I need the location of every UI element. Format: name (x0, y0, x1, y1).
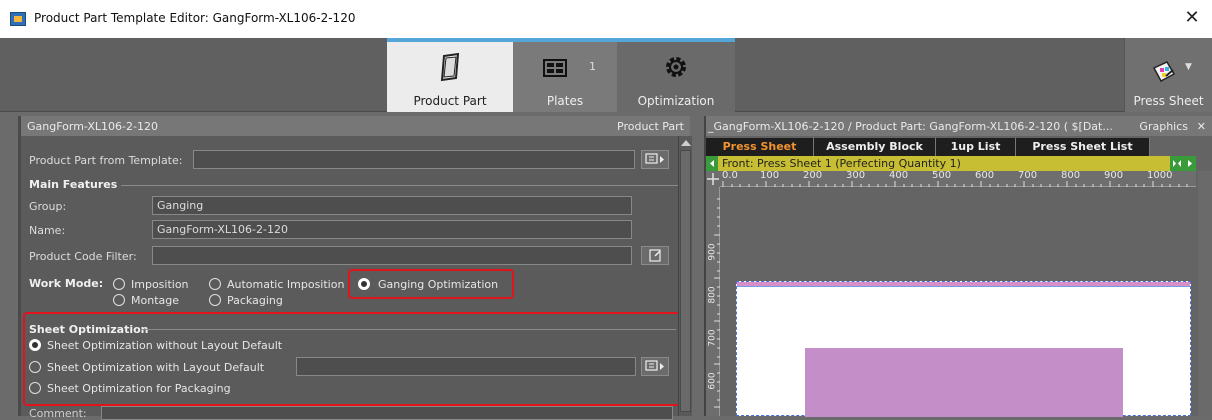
comment-field[interactable] (101, 406, 673, 420)
close-icon[interactable]: ✕ (1180, 6, 1204, 30)
left-panel-scrollbar[interactable] (678, 136, 692, 416)
ruler-v-label: 700 (707, 329, 718, 347)
sheet-opt-without-layout: Sheet Optimization without Layout Defaul… (47, 339, 283, 352)
name-label: Name: (29, 224, 66, 237)
radio-packaging[interactable] (209, 294, 221, 306)
layout-default-field[interactable] (296, 357, 636, 376)
edit-icon (649, 249, 661, 262)
code-filter-edit-button[interactable] (641, 246, 669, 265)
tab-1up-list[interactable]: 1up List (936, 138, 1016, 156)
window-title: Product Part Template Editor: GangForm-X… (34, 11, 356, 25)
step-product-part[interactable]: Product Part (387, 38, 513, 112)
work-mode-label: Work Mode: (29, 277, 104, 290)
plates-icon (542, 59, 567, 77)
ruler-h-label: 800 (1061, 170, 1081, 181)
graphics-scrollbar[interactable] (1198, 171, 1212, 416)
name-field[interactable]: GangForm-XL106-2-120 (152, 220, 632, 239)
step-optimization[interactable]: Optimization (617, 38, 735, 112)
fit-sheet-button[interactable] (1170, 156, 1184, 171)
ruler-h-label: 400 (889, 170, 909, 181)
radio-imposition[interactable] (113, 278, 125, 290)
sheet-gripper-band (737, 282, 1190, 287)
crosshair-icon (707, 173, 719, 185)
sheet-opt-with-layout: Sheet Optimization with Layout Default (47, 361, 265, 374)
radio-montage[interactable] (113, 294, 125, 306)
panel-header-right: Product Part (617, 120, 684, 133)
chevron-down-icon[interactable]: ▼ (1185, 62, 1192, 72)
template-field[interactable] (193, 150, 635, 169)
ruler-h-label: 1000 (1147, 170, 1173, 181)
product-part-panel: GangForm-XL106-2-120 Product Part Produc… (18, 116, 690, 420)
comment-label: Comment: (29, 407, 87, 420)
layout-default-select-button[interactable] (641, 357, 669, 376)
ruler-v-label: 800 (707, 286, 718, 304)
ruler-h-label: 900 (1104, 170, 1124, 181)
ruler-ticks (722, 181, 1188, 187)
ruler-h-label: 500 (932, 170, 952, 181)
vertical-ruler: 900 800 700 600 (706, 187, 720, 416)
sheet-optimization-title: Sheet Optimization (29, 323, 149, 336)
sheet-info-text: Front: Press Sheet 1 (Perfecting Quantit… (722, 157, 961, 170)
graphics-header-title: _GangForm-XL106-2-120 / Product Part: Ga… (708, 120, 1113, 133)
radio-automatic-imposition[interactable] (209, 278, 221, 290)
ruler-h-label: 300 (846, 170, 866, 181)
workflow-toolbar: Product Part 1 Plates Optimization ▼ Pre… (0, 38, 1212, 112)
app-icon (10, 12, 26, 26)
tab-assembly-block[interactable]: Assembly Block (814, 138, 936, 156)
select-icon (645, 360, 664, 371)
ruler-h-label: 600 (975, 170, 995, 181)
graphics-header-right: Graphics (1139, 120, 1188, 133)
ruler-v-label: 600 (707, 372, 718, 390)
press-sheet-icon (1152, 61, 1176, 83)
group-field[interactable]: Ganging (152, 196, 632, 215)
close-icon[interactable]: ✕ (1197, 120, 1206, 133)
select-icon (645, 153, 664, 164)
graphics-panel: _GangForm-XL106-2-120 / Product Part: Ga… (704, 116, 1212, 417)
ruler-origin[interactable] (706, 171, 720, 187)
radio-sheet-opt-packaging[interactable] (29, 382, 41, 394)
scroll-thumb[interactable] (680, 150, 691, 412)
code-filter-label: Product Code Filter: (29, 250, 137, 263)
work-mode-imposition: Imposition (131, 278, 189, 291)
step-label: Plates (546, 94, 584, 108)
work-mode-montage: Montage (131, 294, 179, 307)
main-features-title: Main Features (29, 178, 118, 191)
horizontal-ruler: 0.0 100 200 300 400 500 600 700 800 900 … (720, 170, 1196, 187)
tab-press-sheet[interactable]: Press Sheet (706, 138, 814, 156)
scroll-up-icon[interactable] (681, 140, 691, 146)
ruler-v-label: 900 (707, 243, 718, 261)
product-part-icon (440, 52, 460, 82)
ruler-h-label: 0.0 (722, 170, 738, 181)
product-part-placement[interactable] (805, 348, 1123, 417)
sheet-opt-packaging: Sheet Optimization for Packaging (47, 382, 231, 395)
template-select-button[interactable] (641, 150, 669, 169)
highlight-ganging-optimization (348, 269, 514, 299)
work-mode-packaging: Packaging (227, 294, 283, 307)
press-sheet-canvas[interactable] (736, 281, 1191, 417)
step-plates[interactable]: 1 Plates (513, 38, 617, 112)
panel-title: GangForm-XL106-2-120 (27, 120, 158, 133)
step-label: Optimization (637, 94, 715, 108)
ruler-h-label: 200 (803, 170, 823, 181)
panel-header: GangForm-XL106-2-120 Product Part (21, 116, 690, 136)
graphics-header: _GangForm-XL106-2-120 / Product Part: Ga… (706, 116, 1212, 136)
prev-sheet-button[interactable] (706, 156, 718, 171)
sheet-info-bar: Front: Press Sheet 1 (Perfecting Quantit… (706, 156, 1196, 171)
next-sheet-button[interactable] (1184, 156, 1196, 171)
gear-icon (666, 57, 686, 77)
ruler-h-label: 700 (1018, 170, 1038, 181)
work-mode-automatic-imposition: Automatic Imposition (227, 278, 345, 291)
radio-sheet-opt-without-layout[interactable] (29, 339, 41, 351)
group-label: Group: (29, 200, 67, 213)
press-sheet-label: Press Sheet (1133, 94, 1204, 108)
title-bar: Product Part Template Editor: GangForm-X… (0, 0, 1212, 38)
press-sheet-button[interactable]: ▼ Press Sheet (1124, 38, 1212, 112)
step-label: Product Part (413, 94, 487, 108)
ruler-h-label: 100 (760, 170, 780, 181)
radio-sheet-opt-with-layout[interactable] (29, 361, 41, 373)
tab-press-sheet-list[interactable]: Press Sheet List (1016, 138, 1150, 156)
plates-count: 1 (589, 60, 596, 73)
code-filter-field[interactable] (152, 246, 632, 265)
template-label: Product Part from Template: (29, 154, 183, 167)
